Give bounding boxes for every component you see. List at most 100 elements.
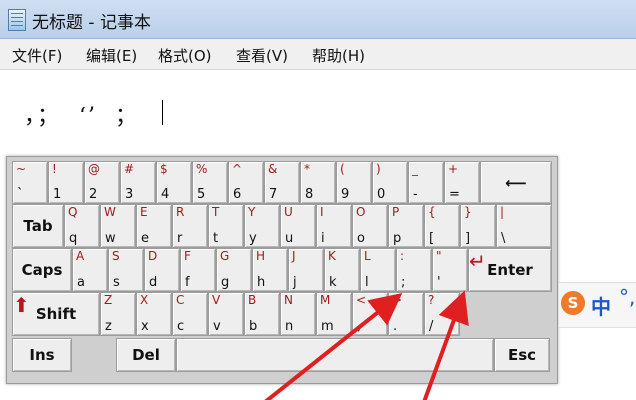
- key-c[interactable]: Cc: [172, 292, 208, 336]
- key-4[interactable]: $4: [156, 161, 192, 204]
- key-l[interactable]: Ll: [360, 248, 396, 292]
- key-y[interactable]: Yy: [244, 204, 280, 248]
- key-backslash-shift-char: |: [500, 205, 505, 219]
- key-f[interactable]: Ff: [180, 248, 216, 292]
- key-3[interactable]: #3: [120, 161, 156, 204]
- key-i[interactable]: Ii: [316, 204, 352, 248]
- key-b-shift-char: B: [248, 293, 257, 307]
- key-s-base-char: s: [113, 275, 120, 290]
- key-q-shift-char: Q: [68, 205, 78, 219]
- key-o[interactable]: Oo: [352, 204, 388, 248]
- key-g[interactable]: Gg: [216, 248, 252, 292]
- key-9[interactable]: (9: [336, 161, 372, 204]
- key-t[interactable]: Tt: [208, 204, 244, 248]
- key-comma-shift-char: <: [356, 293, 367, 307]
- key-slash[interactable]: ? /: [424, 292, 460, 336]
- key-enter[interactable]: ↵ Enter: [468, 248, 552, 292]
- key-a-base-char: a: [77, 275, 85, 290]
- key-space[interactable]: [176, 338, 494, 372]
- menu-edit[interactable]: 编辑(E): [86, 45, 137, 66]
- text-caret: [162, 100, 163, 125]
- ime-toolbar[interactable]: S 中 °,: [558, 282, 636, 328]
- key-z[interactable]: Zz: [100, 292, 136, 336]
- key-v[interactable]: Vv: [208, 292, 244, 336]
- key-w[interactable]: Ww: [100, 204, 136, 248]
- key-comma[interactable]: <,: [352, 292, 388, 336]
- key-6-base-char: 6: [233, 187, 242, 202]
- menu-file[interactable]: 文件(F): [12, 45, 62, 66]
- key-a-shift-char: A: [76, 249, 85, 263]
- key-lbracket-base-char: [: [429, 231, 435, 246]
- key-6-shift-char: ^: [232, 162, 243, 176]
- key-h[interactable]: Hh: [252, 248, 288, 292]
- key-quote-base-char: ': [437, 275, 441, 290]
- key-semicolon[interactable]: :;: [396, 248, 432, 292]
- key-del[interactable]: Del: [116, 338, 176, 372]
- key-o-shift-char: O: [356, 205, 366, 219]
- key-equals-shift-char: +: [448, 162, 459, 176]
- key-d[interactable]: Dd: [144, 248, 180, 292]
- key-period[interactable]: >.: [388, 292, 424, 336]
- key-m[interactable]: Mm: [316, 292, 352, 336]
- key-7-shift-char: &: [268, 162, 278, 176]
- key-backslash[interactable]: | \: [496, 204, 552, 248]
- key-b[interactable]: Bb: [244, 292, 280, 336]
- key-8-base-char: 8: [305, 187, 314, 202]
- key-w-base-char: w: [105, 231, 116, 246]
- key-t-base-char: t: [213, 231, 219, 246]
- key-quote-shift-char: ": [436, 249, 442, 263]
- key-5[interactable]: % 5: [192, 161, 228, 204]
- ime-punctuation-indicator[interactable]: °,: [619, 285, 635, 309]
- ime-logo-icon[interactable]: S: [561, 291, 585, 315]
- key-1[interactable]: ! 1: [48, 161, 84, 204]
- key-lbracket[interactable]: {[: [424, 204, 460, 248]
- key-l-base-char: l: [365, 275, 369, 290]
- key-s[interactable]: Ss: [108, 248, 144, 292]
- menu-format[interactable]: 格式(O): [158, 45, 212, 66]
- key-backspace[interactable]: ⟵: [480, 161, 552, 204]
- key-p[interactable]: Pp: [388, 204, 424, 248]
- key-a[interactable]: Aa: [72, 248, 108, 292]
- key-9-base-char: 9: [341, 187, 350, 202]
- key-k[interactable]: Kk: [324, 248, 360, 292]
- key-minus[interactable]: _ -: [408, 161, 444, 204]
- key-period-base-char: .: [393, 319, 398, 334]
- ime-mode-indicator[interactable]: 中: [591, 291, 611, 320]
- menu-help[interactable]: 帮助(H): [312, 45, 365, 66]
- key-quote[interactable]: " ': [432, 248, 468, 292]
- key-4-shift-char: $: [160, 162, 168, 176]
- key-equals[interactable]: + =: [444, 161, 480, 204]
- key-x[interactable]: Xx: [136, 292, 172, 336]
- editor-content[interactable]: ，； ‘’ ；: [24, 98, 139, 130]
- key-d-base-char: d: [149, 275, 158, 290]
- menu-view[interactable]: 查看(V): [236, 45, 288, 66]
- key-2[interactable]: @2: [84, 161, 120, 204]
- key-r-base-char: r: [177, 231, 183, 246]
- key-5-shift-char: %: [196, 162, 208, 176]
- key-backslash-base-char: \: [501, 231, 506, 246]
- key-rbracket[interactable]: }]: [460, 204, 496, 248]
- key-6[interactable]: ^ 6: [228, 161, 264, 204]
- key-i-base-char: i: [321, 231, 325, 246]
- key-shift-label: Shift: [35, 305, 77, 323]
- key-shift[interactable]: ⬆ Shift: [12, 292, 100, 336]
- key-ins[interactable]: Ins: [12, 338, 72, 372]
- key-7[interactable]: & 7: [264, 161, 300, 204]
- key-backtick[interactable]: ~ `: [12, 161, 48, 204]
- key-esc[interactable]: Esc: [494, 338, 550, 372]
- key-z-base-char: z: [105, 319, 112, 334]
- key-x-shift-char: X: [140, 293, 149, 307]
- key-8[interactable]: * 8: [300, 161, 336, 204]
- key-e[interactable]: Ee: [136, 204, 172, 248]
- key-t-shift-char: T: [212, 205, 220, 219]
- key-n[interactable]: Nn: [280, 292, 316, 336]
- key-j[interactable]: Jj: [288, 248, 324, 292]
- key-q[interactable]: Qq: [64, 204, 100, 248]
- key-r[interactable]: Rr: [172, 204, 208, 248]
- key-u[interactable]: Uu: [280, 204, 316, 248]
- key-caps[interactable]: Caps: [12, 248, 72, 292]
- key-0[interactable]: ) 0: [372, 161, 408, 204]
- key-rbracket-base-char: ]: [465, 231, 471, 246]
- key-tab[interactable]: Tab: [12, 204, 64, 248]
- key-f-base-char: f: [185, 275, 190, 290]
